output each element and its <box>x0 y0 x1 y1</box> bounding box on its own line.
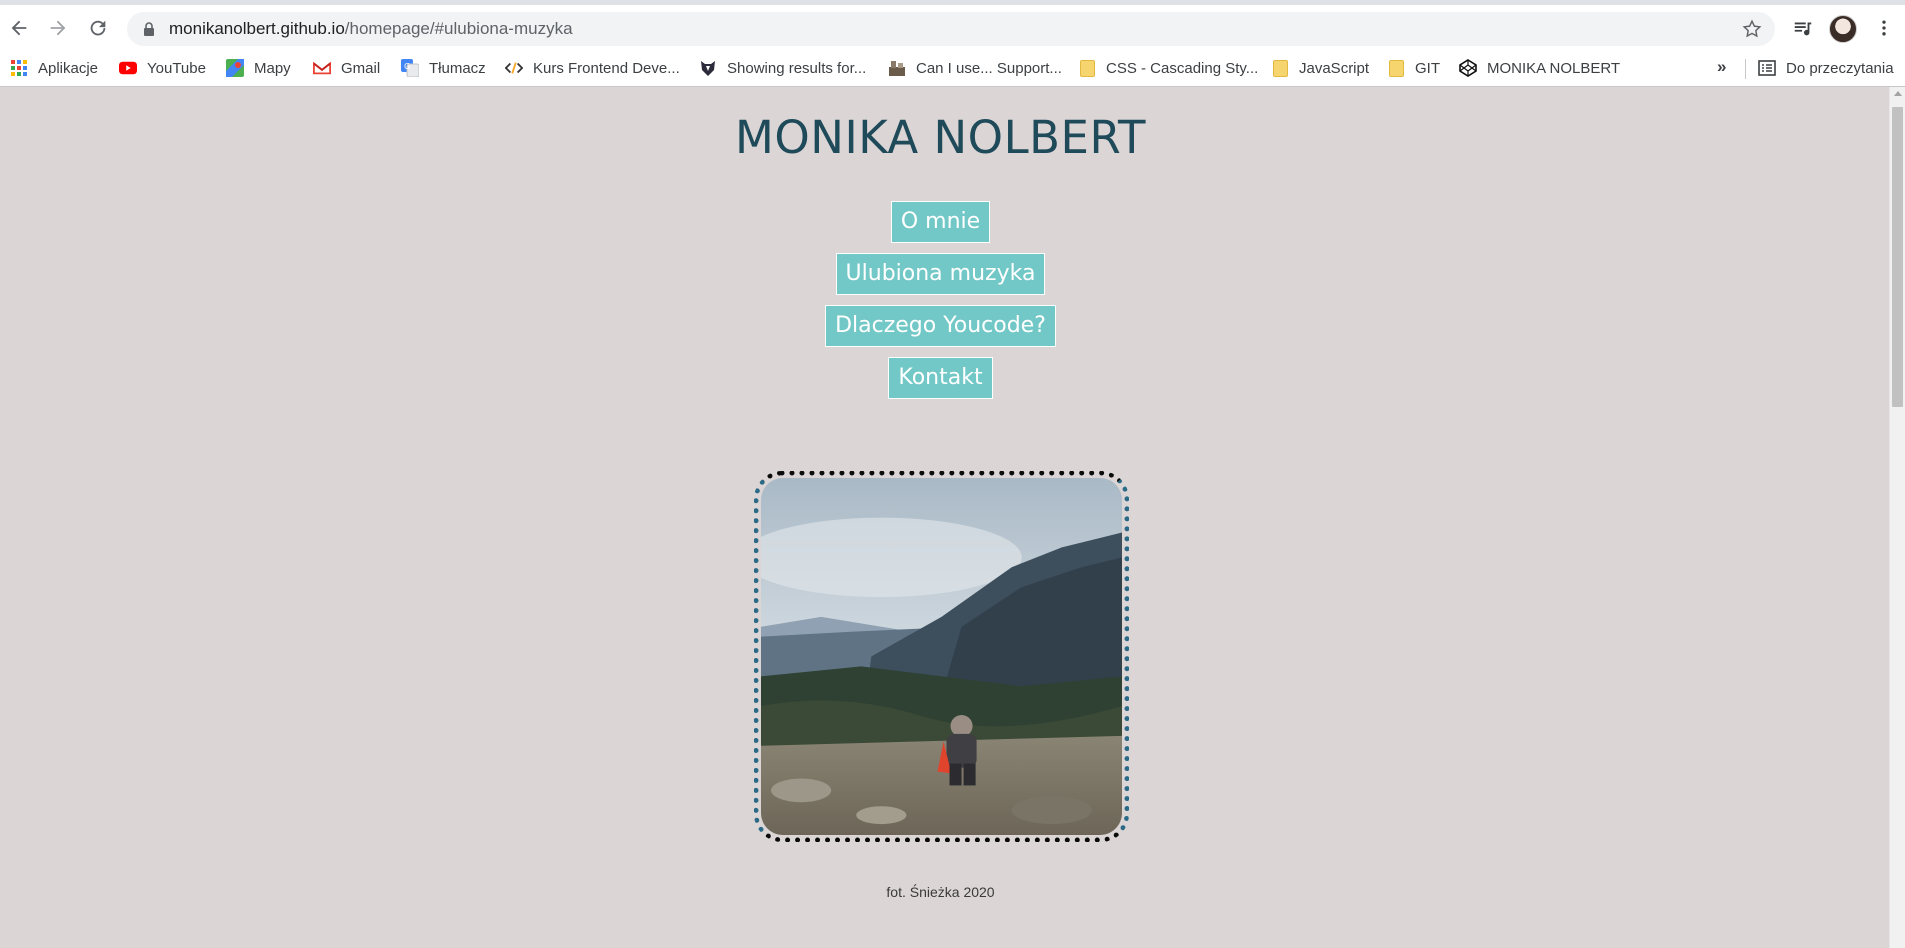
menu-item-ulubiona-muzyka[interactable]: Ulubiona muzyka <box>835 253 1046 295</box>
url-path: /homepage/#ulubiona-muzyka <box>344 19 573 38</box>
bookmark-gmail[interactable]: Gmail <box>313 49 380 87</box>
kebab-menu-icon <box>1882 20 1886 36</box>
main-menu: O mnie Ulubiona muzyka Dlaczego Youcode?… <box>0 201 1881 409</box>
bookmark-label: Showing results for... <box>727 59 867 77</box>
bookmark-tlumacz[interactable]: G Tłumacz <box>401 49 486 87</box>
back-button[interactable] <box>5 14 33 42</box>
bookmark-star-icon[interactable] <box>1741 18 1763 40</box>
bookmark-label: Kurs Frontend Deve... <box>533 59 680 77</box>
svg-text:G: G <box>404 62 410 71</box>
youtube-icon <box>119 59 137 77</box>
bookmark-caniuse[interactable]: Can I use... Support... <box>888 49 1062 87</box>
menu-item-o-mnie[interactable]: O mnie <box>890 201 991 243</box>
bookmark-kurs-frontend[interactable]: Kurs Frontend Deve... <box>505 49 680 87</box>
bookmark-label: Can I use... Support... <box>916 59 1062 77</box>
folder-icon <box>1387 59 1405 77</box>
profile-photo-frame <box>754 471 1129 842</box>
arrow-right-icon <box>50 20 66 36</box>
browser-toolbar: monikanolbert.github.io/homepage/#ulubio… <box>0 0 1905 49</box>
reading-list-icon <box>1758 59 1776 77</box>
folder-icon <box>1078 59 1096 77</box>
arrow-left-icon <box>11 20 27 36</box>
badger-icon <box>699 59 717 77</box>
media-control-button[interactable] <box>1791 16 1815 40</box>
bookmarks-bar: Aplikacje YouTube Mapy Gmail G Tłumacz K… <box>0 49 1905 87</box>
page-scrollbar[interactable] <box>1889 87 1905 948</box>
bookmark-label: Mapy <box>254 59 291 77</box>
bookmark-label: MONIKA NOLBERT <box>1487 59 1621 77</box>
menu-item-kontakt[interactable]: Kontakt <box>888 357 993 399</box>
bookmark-youtube[interactable]: YouTube <box>119 49 206 87</box>
reading-list-button[interactable]: Do przeczytania <box>1758 49 1894 87</box>
bookmark-showing-results[interactable]: Showing results for... <box>699 49 866 87</box>
reload-icon <box>90 20 106 36</box>
scroll-up-arrow-icon[interactable] <box>1894 91 1902 96</box>
reading-list-label: Do przeczytania <box>1786 59 1894 77</box>
bookmark-folder-css[interactable]: CSS - Cascading Sty... <box>1078 49 1258 87</box>
bookmark-label: CSS - Cascading Sty... <box>1106 59 1259 77</box>
code-icon <box>505 59 523 77</box>
forward-button[interactable] <box>44 14 72 42</box>
caniuse-icon <box>888 59 906 77</box>
maps-icon <box>226 59 244 77</box>
bookmark-monika-nolbert[interactable]: MONIKA NOLBERT <box>1459 49 1620 87</box>
folder-icon <box>1271 59 1289 77</box>
bookmark-label: JavaScript <box>1299 59 1370 77</box>
gmail-icon <box>313 59 331 77</box>
bookmark-label: Aplikacje <box>38 59 99 77</box>
bookmark-label: YouTube <box>147 59 206 77</box>
bookmark-label: GIT <box>1415 59 1440 77</box>
bookmarks-divider <box>1745 59 1746 79</box>
bookmark-mapy[interactable]: Mapy <box>226 49 291 87</box>
bookmarks-overflow-button[interactable]: » <box>1717 57 1726 77</box>
url-text: monikanolbert.github.io/homepage/#ulubio… <box>169 12 573 46</box>
playlist-music-icon <box>1794 22 1812 36</box>
bookmark-folder-git[interactable]: GIT <box>1387 49 1440 87</box>
photo-caption: fot. Śnieżka 2020 <box>886 884 995 900</box>
apps-grid-icon <box>10 59 28 77</box>
browser-menu-button[interactable] <box>1872 16 1896 40</box>
bookmark-label: Tłumacz <box>429 59 486 77</box>
lock-icon <box>144 22 154 36</box>
translate-icon: G <box>401 59 419 77</box>
page-viewport: MONIKA NOLBERT O mnie Ulubiona muzyka Dl… <box>0 87 1889 948</box>
bookmark-folder-javascript[interactable]: JavaScript <box>1271 49 1369 87</box>
url-host: monikanolbert.github.io <box>169 19 345 38</box>
address-bar[interactable]: monikanolbert.github.io/homepage/#ulubio… <box>127 12 1775 46</box>
bookmark-apps[interactable]: Aplikacje <box>10 49 98 87</box>
menu-item-dlaczego-youcode[interactable]: Dlaczego Youcode? <box>825 305 1056 347</box>
profile-avatar[interactable] <box>1829 15 1857 43</box>
reload-button[interactable] <box>84 14 112 42</box>
site-title: MONIKA NOLBERT <box>735 111 1146 164</box>
scrollbar-thumb[interactable] <box>1892 107 1903 407</box>
bookmark-label: Gmail <box>341 59 381 77</box>
codepen-icon <box>1459 59 1477 77</box>
mountain-photo <box>761 478 1122 835</box>
